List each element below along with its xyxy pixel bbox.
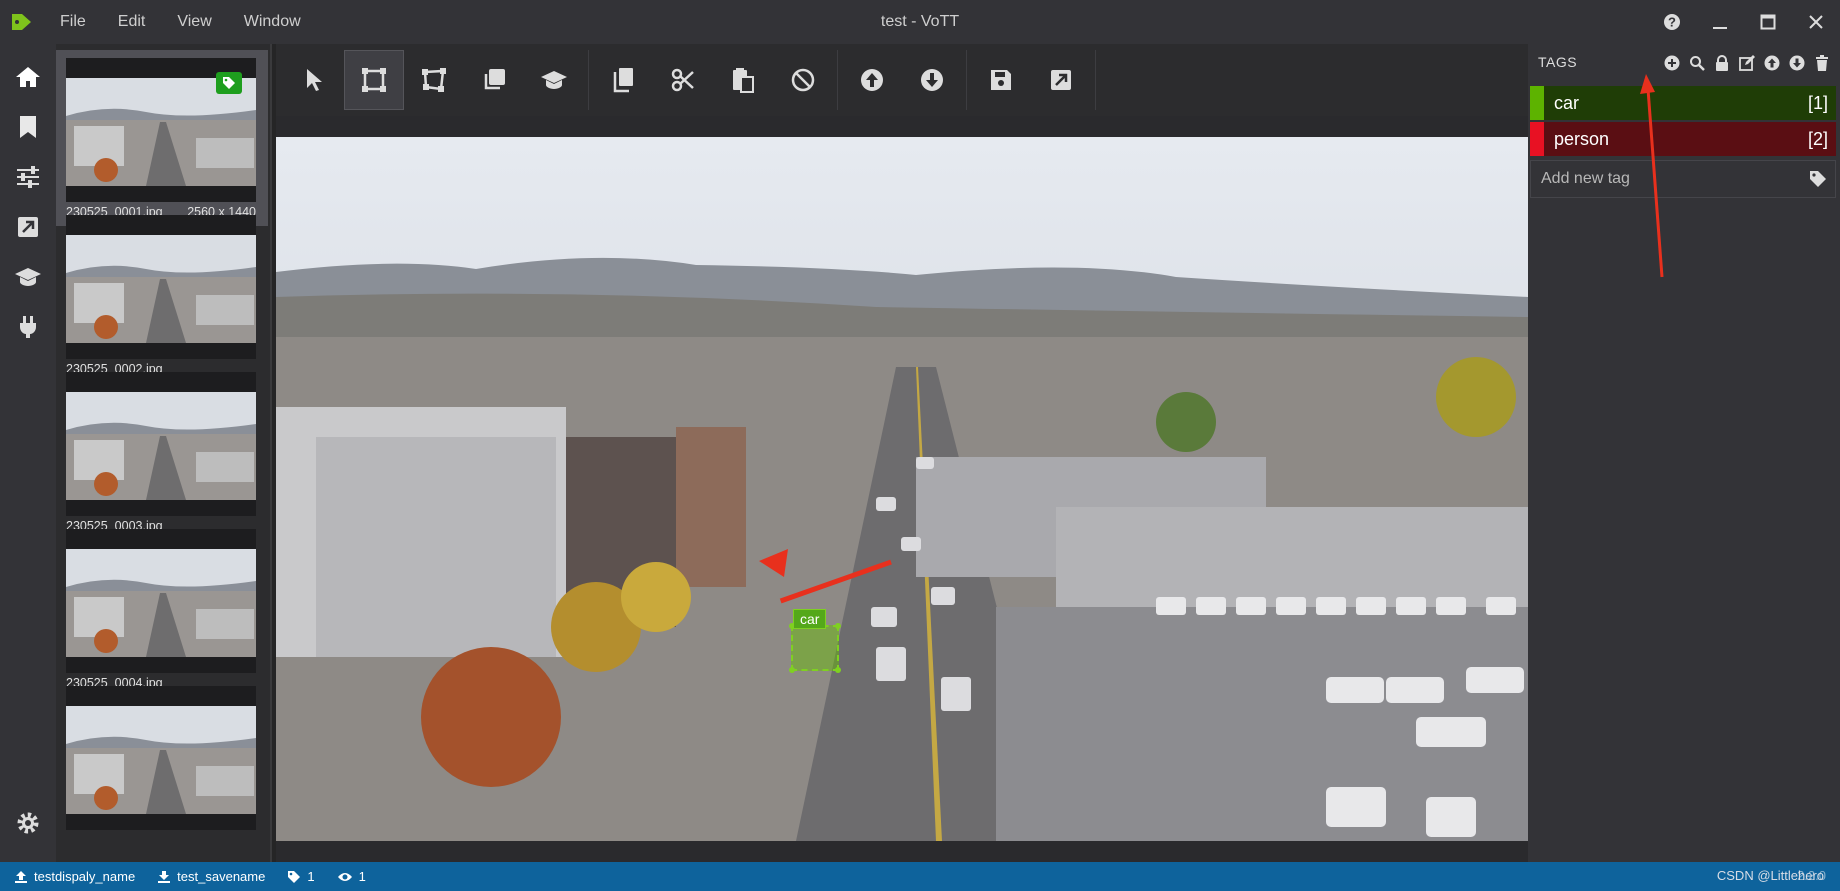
source-connection-name: testdispaly_name (34, 869, 136, 884)
previous-asset-icon[interactable] (842, 50, 902, 110)
bookmark-icon[interactable] (0, 102, 56, 152)
delete-tag-icon[interactable] (1813, 54, 1830, 71)
editor-toolbar (276, 44, 1528, 116)
visited-count: 1 (358, 869, 366, 884)
region-handle[interactable] (835, 623, 841, 629)
export-icon[interactable] (0, 202, 56, 252)
move-down-icon[interactable] (1788, 54, 1805, 71)
rectangle-icon[interactable] (344, 50, 404, 110)
polygon-icon[interactable] (404, 50, 464, 110)
tag-item-car[interactable]: car [1] (1530, 86, 1836, 120)
status-bar: testdispaly_name test_savename 1 1 2.2.0… (0, 862, 1840, 891)
sliders-icon[interactable] (0, 152, 56, 202)
lock-tag-icon[interactable] (1713, 54, 1730, 71)
minimize-icon[interactable] (1696, 0, 1744, 44)
tags-panel: TAGS car [1] person [2] (1528, 44, 1840, 862)
paste-icon[interactable] (713, 50, 773, 110)
asset-thumbnail[interactable] (56, 678, 268, 854)
thumbnail-image (66, 372, 256, 516)
asset-thumbnail-list: 230525_0001.jpg 2560 x 1440 230525_0002.… (56, 44, 272, 862)
toolbar-divider (966, 50, 967, 110)
tagged-assets-count: 1 (287, 869, 315, 884)
tag-color-swatch[interactable] (1530, 86, 1544, 120)
copy-icon[interactable] (593, 50, 653, 110)
tag-item-person[interactable]: person [2] (1530, 122, 1836, 156)
target-connection: test_savename (157, 869, 265, 884)
toolbar-divider (837, 50, 838, 110)
visited-assets-count: 1 (337, 869, 366, 884)
clear-icon[interactable] (773, 50, 833, 110)
asset-thumbnail[interactable]: 230525_0002.jpg (56, 207, 268, 383)
new-tag-input[interactable] (1541, 170, 1801, 188)
tag-hotkey: [1] (1807, 92, 1828, 113)
menu-file[interactable]: File (44, 0, 102, 44)
active-learning-icon[interactable] (524, 50, 584, 110)
download-icon (158, 870, 171, 883)
asset-thumbnail[interactable]: 230525_0004.jpg (56, 521, 268, 697)
asset-thumbnail[interactable]: 230525_0003.jpg (56, 364, 268, 540)
menu-view[interactable]: View (161, 0, 227, 44)
eye-icon (337, 872, 352, 881)
menu-edit[interactable]: Edit (102, 0, 162, 44)
gear-icon[interactable] (0, 798, 56, 848)
thumbnail-image (66, 58, 256, 202)
tag-name[interactable]: person (1544, 129, 1808, 150)
move-up-icon[interactable] (1763, 54, 1780, 71)
vott-logo-icon (0, 0, 44, 44)
export-icon[interactable] (1031, 50, 1091, 110)
home-icon[interactable] (0, 52, 56, 102)
save-icon[interactable] (971, 50, 1031, 110)
svg-text:?: ? (1668, 15, 1676, 30)
region-handle[interactable] (789, 667, 795, 673)
toolbar-divider (1095, 50, 1096, 110)
tags-title: TAGS (1538, 54, 1578, 70)
tagged-badge-icon (216, 72, 242, 94)
next-asset-icon[interactable] (902, 50, 962, 110)
thumbnail-image (66, 686, 256, 830)
maximize-icon[interactable] (1744, 0, 1792, 44)
editor-canvas[interactable]: car (276, 116, 1528, 862)
asset-thumbnail[interactable]: 230525_0001.jpg 2560 x 1440 (56, 50, 268, 226)
toolbar-divider (588, 50, 589, 110)
graduation-cap-icon[interactable] (0, 252, 56, 302)
watermark: CSDN @Littlehero (1716, 868, 1824, 883)
copy-rectangle-icon[interactable] (464, 50, 524, 110)
tag-icon[interactable] (1801, 170, 1835, 188)
upload-icon (15, 870, 27, 883)
region-tag-label: car (793, 609, 827, 629)
menu-window[interactable]: Window (228, 0, 317, 44)
close-icon[interactable] (1792, 0, 1840, 44)
tagged-count: 1 (307, 869, 315, 884)
source-connection: testdispaly_name (14, 869, 135, 884)
region-handle[interactable] (835, 667, 841, 673)
tag-name[interactable]: car (1544, 93, 1808, 114)
pointer-icon[interactable] (284, 50, 344, 110)
tag-icon (288, 870, 301, 883)
title-bar: File Edit View Window test - VoTT ? (0, 0, 1840, 44)
annotation-arrow (1640, 74, 1664, 278)
target-connection-name: test_savename (177, 869, 266, 884)
edit-tag-icon[interactable] (1738, 54, 1755, 71)
thumbnail-image (66, 215, 256, 359)
asset-image[interactable] (276, 137, 1528, 841)
left-nav (0, 44, 56, 862)
plug-icon[interactable] (0, 302, 56, 352)
tag-color-swatch[interactable] (1530, 122, 1544, 156)
thumbnail-image (66, 529, 256, 673)
help-icon[interactable]: ? (1648, 0, 1696, 44)
new-tag-field (1530, 160, 1836, 198)
search-tag-icon[interactable] (1688, 54, 1705, 71)
tag-hotkey: [2] (1807, 128, 1828, 149)
bounding-box-region[interactable] (789, 623, 841, 673)
cut-icon[interactable] (653, 50, 713, 110)
